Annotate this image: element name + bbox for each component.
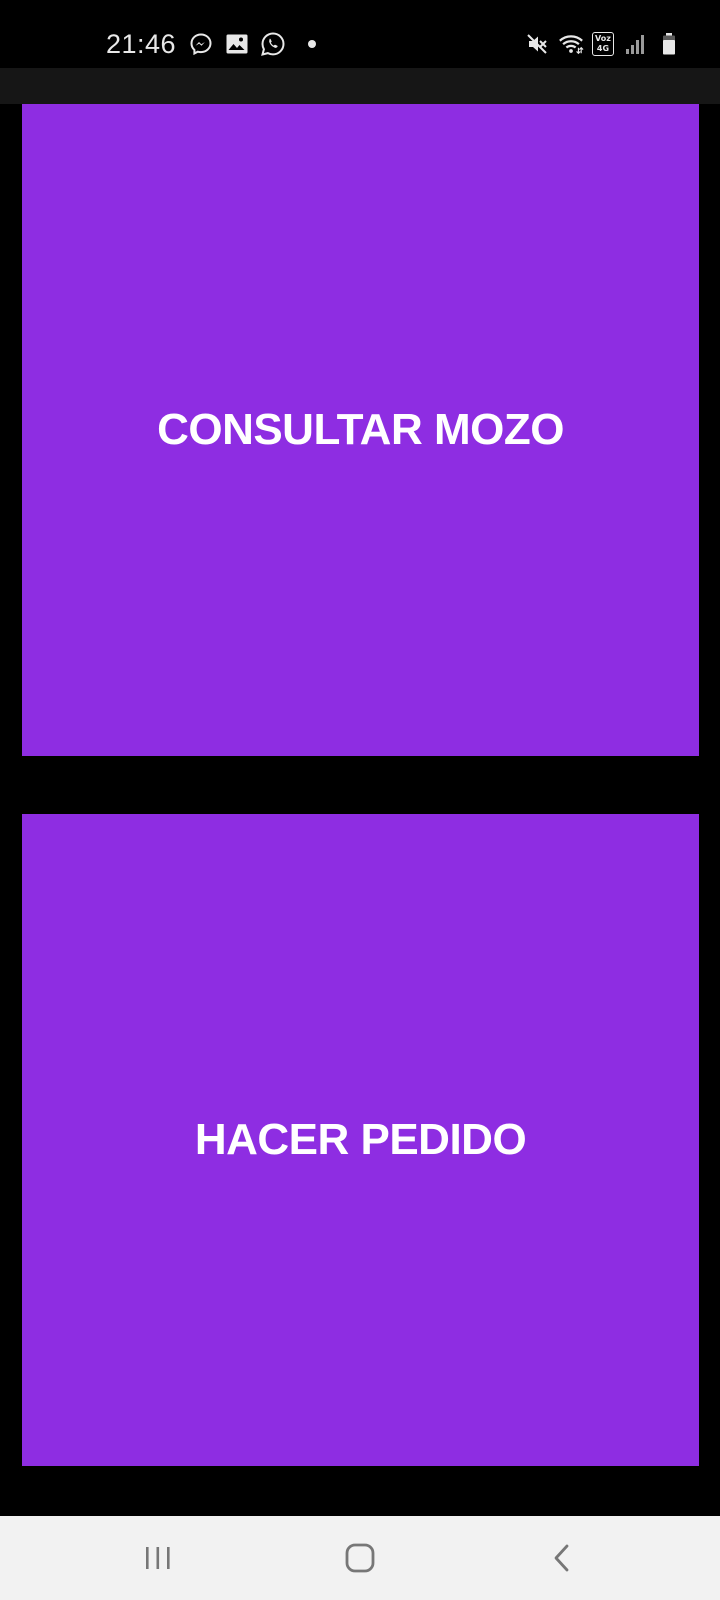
volte-label-bottom: 4G [596, 44, 610, 53]
hacer-pedido-label: HACER PEDIDO [194, 1115, 527, 1164]
app-bar [0, 68, 720, 104]
more-notifications-dot [308, 40, 317, 48]
mute-icon [524, 31, 550, 57]
hacer-pedido-button[interactable]: HACER PEDIDO [22, 814, 699, 1466]
wifi-icon [558, 31, 584, 57]
consultar-mozo-button[interactable]: CONSULTAR MOZO [22, 104, 699, 756]
recent-apps-icon [146, 1547, 170, 1569]
battery-icon [656, 31, 682, 57]
screen: 21:46 Voz 4G CONSULTAR MOZO HACER PEDIDO [0, 0, 720, 1600]
clock: 21:46 [106, 28, 177, 59]
recent-apps-button[interactable] [128, 1534, 188, 1582]
back-icon [554, 1544, 569, 1572]
status-left: 21:46 [106, 26, 317, 62]
whatsapp-icon [260, 31, 286, 57]
volte-icon: Voz 4G [592, 32, 614, 56]
consultar-mozo-label: CONSULTAR MOZO [157, 405, 564, 454]
signal-icon [622, 31, 648, 57]
home-button[interactable] [330, 1534, 390, 1582]
navigation-bar [0, 1516, 720, 1600]
gallery-icon [224, 31, 250, 57]
back-button[interactable] [532, 1534, 592, 1582]
status-bar: 21:46 Voz 4G [0, 0, 720, 68]
messenger-icon [188, 31, 214, 57]
volte-label-top: Voz [595, 34, 611, 43]
status-right: Voz 4G [524, 28, 682, 60]
home-icon [345, 1543, 375, 1573]
